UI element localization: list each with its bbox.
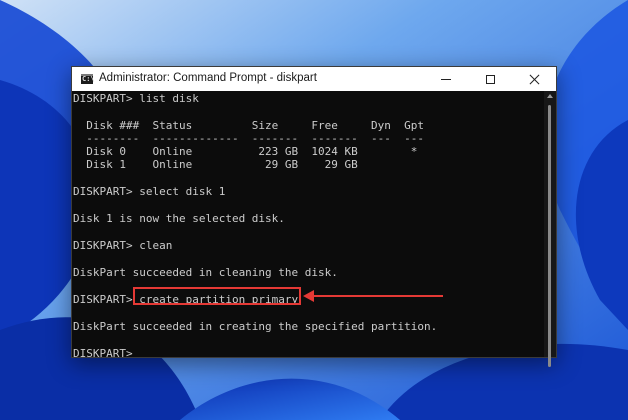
console-line: -------- ------------- ------- ------- -… xyxy=(73,132,424,145)
maximize-button[interactable] xyxy=(468,67,512,91)
console-line: DISKPART> clean xyxy=(73,239,173,252)
cmd-icon: C:\ xyxy=(81,74,95,84)
minimize-icon xyxy=(441,78,451,80)
console-line: DISKPART> list disk xyxy=(73,92,199,105)
command-prompt-window[interactable]: C:\ Administrator: Command Prompt - disk… xyxy=(71,66,557,367)
scroll-up-arrow-icon[interactable] xyxy=(547,94,553,98)
maximize-icon xyxy=(485,74,495,84)
close-button[interactable] xyxy=(512,67,556,91)
close-icon xyxy=(529,74,540,85)
console-line: Disk 1 is now the selected disk. xyxy=(73,212,285,225)
console-line: DiskPart succeeded in cleaning the disk. xyxy=(73,266,338,279)
vertical-scrollbar[interactable] xyxy=(544,91,556,367)
console-output[interactable]: DISKPART> list disk Disk ### Status Size… xyxy=(72,91,544,360)
console-line: Disk ### Status Size Free Dyn Gpt xyxy=(73,119,424,132)
console-line: DISKPART> select disk 1 xyxy=(73,185,226,198)
console-line: Disk 0 Online 223 GB 1024 KB * xyxy=(73,145,418,158)
console-line: DiskPart succeeded in creating the speci… xyxy=(73,320,438,333)
title-bar[interactable]: C:\ Administrator: Command Prompt - disk… xyxy=(72,67,556,91)
console-line: DISKPART> xyxy=(73,347,133,360)
console-line: Disk 1 Online 29 GB 29 GB xyxy=(73,158,358,171)
annotation-arrow-icon xyxy=(303,290,443,302)
window-title: Administrator: Command Prompt - diskpart xyxy=(99,72,317,84)
scrollbar-thumb[interactable] xyxy=(548,105,551,367)
command-highlight-box xyxy=(133,287,301,305)
minimize-button[interactable] xyxy=(424,67,468,91)
